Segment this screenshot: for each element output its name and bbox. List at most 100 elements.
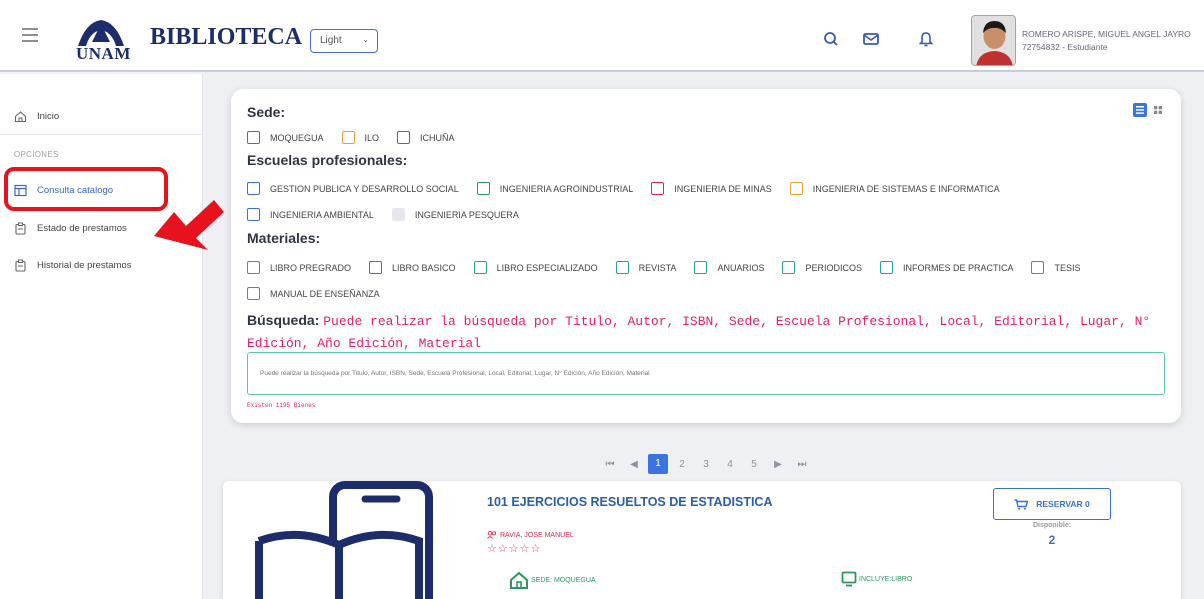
users-icon [487,531,497,539]
clipboard-icon [15,222,26,235]
checkbox[interactable] [341,131,355,144]
checkbox[interactable] [789,182,803,195]
checkbox-label: MANUAL DE ENSEÑANZA [270,288,380,299]
rating-stars[interactable]: ☆☆☆☆☆ [487,542,541,555]
checkbox[interactable] [1031,261,1045,274]
filter-checkbox[interactable]: INGENIERIA DE SISTEMAS E INFORMATICA [789,182,1000,195]
home-icon [14,110,27,122]
mail-icon[interactable] [862,30,880,48]
checkbox-label: INGENIERIA AMBIENTAL [270,209,374,220]
filter-checkbox[interactable]: INFORMES DE PRACTICA [879,261,1014,274]
next-page-button[interactable]: ▶ [766,459,790,470]
filter-checkbox[interactable]: INGENIERIA AMBIENTAL [247,208,374,221]
book-incluye-label: INCLUYE:LIBRO [859,575,913,583]
page-button[interactable]: 3 [694,459,718,470]
reserve-button-label: RESERVAR 0 [1036,499,1090,509]
view-toggle [1133,103,1165,117]
checkbox-label: MOQUEGUA [270,132,324,143]
sidebar-section-label: OPCIONES [14,150,59,159]
checkbox[interactable] [615,261,629,274]
search-title: Búsqueda: [247,312,320,328]
escuelas-title: Escuelas profesionales: [247,152,408,168]
sidebar-item-estado-prestamos[interactable]: Estado de prestamos [14,217,127,239]
filter-checkbox[interactable]: LIBRO ESPECIALIZADO [473,261,598,274]
filter-checkbox[interactable]: REVISTA [615,261,677,274]
pagination: ⏮ ◀ 1 2 3 4 5 ▶ ⏭ [598,454,814,474]
filter-checkbox[interactable]: LIBRO BASICO [369,261,456,274]
book-title[interactable]: 101 EJERCICIOS RESUELTOS DE ESTADISTICA [487,495,772,509]
checkbox[interactable] [473,261,487,274]
sede-title: Sede: [247,104,286,120]
checkbox[interactable] [651,182,665,195]
book-card: 101 EJERCICIOS RESUELTOS DE ESTADISTICA … [223,481,1181,599]
filter-checkbox[interactable]: GESTION PUBLICA Y DESARROLLO SOCIAL [247,182,459,195]
filter-checkbox[interactable]: ICHUÑA [397,131,455,144]
filter-checkbox[interactable]: TESIS [1031,261,1081,274]
logo-text: UNAM [76,44,131,63]
page-button[interactable]: 2 [670,459,694,470]
checkbox[interactable] [247,131,260,144]
page-button[interactable]: 5 [742,459,766,470]
grid-view-icon[interactable] [1151,103,1165,117]
checkbox-label: REVISTA [638,262,677,273]
prev-page-button[interactable]: ◀ [622,459,646,470]
filter-checkbox[interactable]: ILO [341,131,379,144]
checkbox-label: LIBRO BASICO [392,262,456,273]
divider [0,134,203,135]
materiales-options-row1: LIBRO PREGRADO LIBRO BASICO LIBRO ESPECIAL… [247,261,1099,274]
page-button[interactable]: 4 [718,459,742,470]
search-hint: Puede realizar la búsqueda por Titulo, A… [247,314,1151,351]
sidebar: Inicio OPCIONES Consulta catalogo Estado… [0,74,203,599]
bell-icon[interactable] [917,30,935,48]
checkbox[interactable] [247,287,260,300]
checkbox-label: PERIODICOS [805,262,862,273]
book-author-name: RAVIA, JOSE MANUEL [500,531,574,539]
checkbox-label: INGENIERIA AGROINDUSTRIAL [499,183,634,194]
checkbox[interactable] [397,131,411,144]
sede-options: MOQUEGUA ILO ICHUÑA [247,131,473,144]
filter-checkbox[interactable]: INGENIERIA PESQUERA [391,208,519,221]
checkbox[interactable] [782,261,796,274]
reserve-button[interactable]: RESERVAR 0 [993,488,1111,520]
checkbox[interactable] [879,261,893,274]
page-button[interactable]: 1 [648,454,668,474]
checkbox-label: ANUARIOS [717,262,765,273]
checkbox-label: INGENIERIA DE MINAS [674,183,772,194]
checkbox-label: INFORMES DE PRACTICA [902,262,1014,273]
filter-checkbox[interactable]: PERIODICOS [782,261,862,274]
checkbox[interactable] [369,261,383,274]
checkbox[interactable] [391,208,405,221]
filter-checkbox[interactable]: INGENIERIA DE MINAS [651,182,772,195]
checkbox[interactable] [247,208,260,221]
filter-checkbox[interactable]: MOQUEGUA [247,131,324,144]
sidebar-item-historial-prestamos[interactable]: Historial de prestamos [14,254,132,276]
checkbox[interactable] [247,261,260,274]
materiales-title: Materiales: [247,230,321,246]
materiales-options-row2: MANUAL DE ENSEÑANZA [247,287,398,300]
filter-checkbox[interactable]: LIBRO PREGRADO [247,261,351,274]
search-icon[interactable] [822,30,840,48]
theme-select[interactable]: Light ⌄ [310,29,378,53]
menu-toggle-icon[interactable] [22,28,38,42]
app-title: BIBLIOTECA [150,24,303,50]
checkbox-label: INGENIERIA PESQUERA [414,209,519,220]
checkbox[interactable] [694,261,708,274]
home-icon [510,571,528,589]
filter-checkbox[interactable]: INGENIERIA AGROINDUSTRIAL [476,182,634,195]
checkbox[interactable] [247,182,260,195]
last-page-button[interactable]: ⏭ [790,459,814,470]
sidebar-item-label: Inicio [37,110,60,122]
list-view-icon[interactable] [1133,103,1147,117]
escuelas-options-row1: GESTION PUBLICA Y DESARROLLO SOCIAL INGEN… [247,182,1018,195]
annotation-highlight-box [4,167,168,211]
filter-checkbox[interactable]: ANUARIOS [694,261,764,274]
avatar[interactable] [971,15,1016,66]
checkbox-label: LIBRO PREGRADO [270,262,352,273]
first-page-button[interactable]: ⏮ [598,459,622,470]
checkbox-label: LIBRO ESPECIALIZADO [496,262,598,273]
search-input[interactable] [247,352,1165,395]
filter-checkbox[interactable]: MANUAL DE ENSEÑANZA [247,287,380,300]
checkbox[interactable] [476,182,490,195]
sidebar-item-inicio[interactable]: Inicio [14,105,59,127]
book-sede: SEDE: MOQUEGUA [509,571,596,589]
